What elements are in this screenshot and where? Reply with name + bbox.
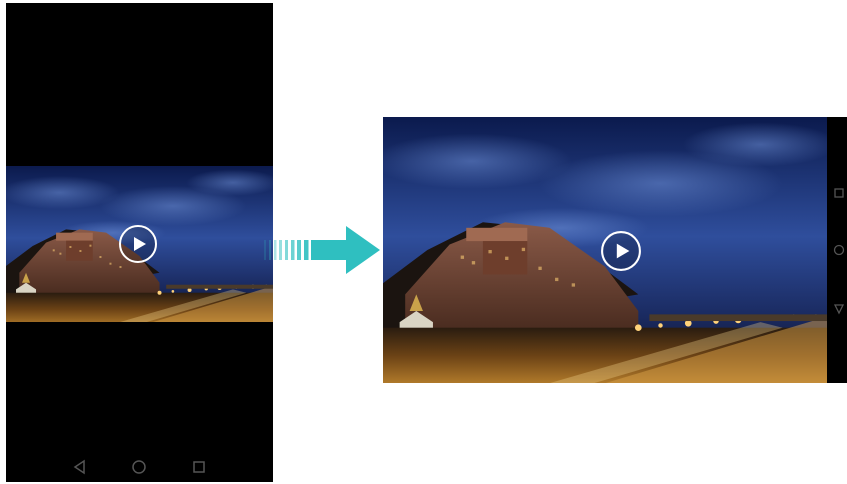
home-icon bbox=[833, 244, 845, 256]
back-icon bbox=[73, 459, 85, 475]
recents-icon bbox=[834, 188, 844, 198]
back-icon bbox=[833, 304, 845, 315]
back-button[interactable] bbox=[72, 459, 88, 475]
rotate-transition-arrow bbox=[262, 222, 384, 278]
play-icon bbox=[119, 225, 157, 263]
right-arrow-icon bbox=[264, 226, 380, 274]
play-button[interactable] bbox=[600, 230, 642, 272]
portrait-video-player[interactable] bbox=[6, 166, 273, 322]
back-button[interactable] bbox=[833, 303, 845, 315]
home-button[interactable] bbox=[131, 459, 147, 475]
recents-button[interactable] bbox=[191, 459, 207, 475]
navigation-bar bbox=[6, 452, 273, 482]
play-button[interactable] bbox=[118, 224, 158, 264]
recents-icon bbox=[193, 461, 205, 473]
landscape-phone-screen bbox=[383, 117, 847, 383]
home-button[interactable] bbox=[833, 244, 845, 256]
portrait-phone-screen bbox=[6, 3, 273, 482]
recents-button[interactable] bbox=[833, 187, 845, 199]
home-icon bbox=[132, 460, 146, 474]
play-icon bbox=[601, 231, 641, 271]
landscape-video-player[interactable] bbox=[383, 117, 827, 383]
navigation-bar bbox=[827, 117, 847, 383]
